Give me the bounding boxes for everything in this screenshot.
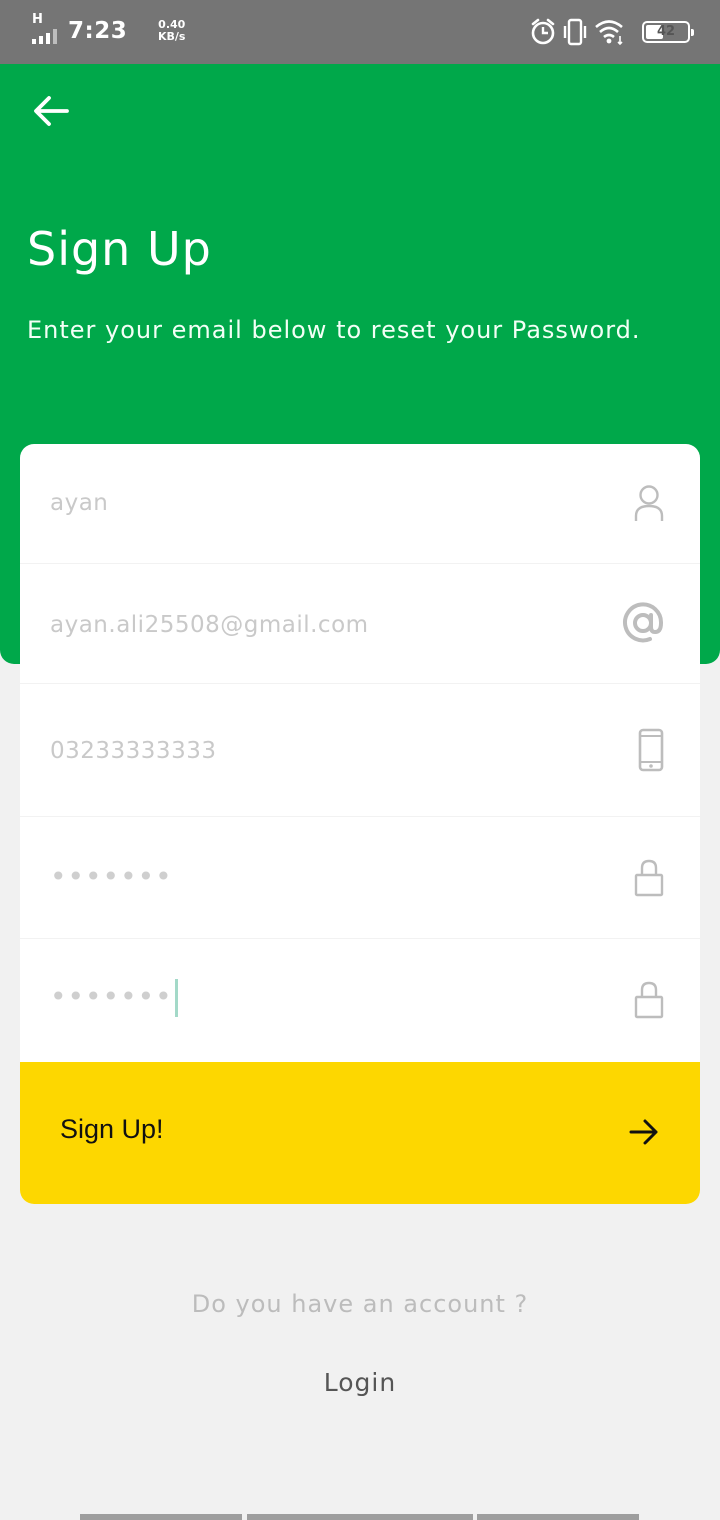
at-icon	[623, 602, 664, 643]
signup-form: ayan ayan.ali25508@gmail.com 03233333333…	[20, 444, 700, 1204]
password-input[interactable]: •••••••	[50, 860, 173, 893]
speed-unit: KB/s	[158, 30, 186, 43]
back-button[interactable]	[26, 86, 76, 136]
signal-icon	[32, 29, 57, 44]
user-icon	[634, 485, 664, 521]
arrow-right-icon	[629, 1119, 658, 1145]
vibrate-icon	[563, 18, 587, 46]
login-link[interactable]: Login	[0, 1368, 720, 1397]
nav-hint-left	[80, 1514, 242, 1520]
account-question: Do you have an account ?	[191, 1290, 529, 1318]
status-bar: H 7:23 0.40 KB/s 42	[0, 0, 720, 64]
sign-up-button-label: Sign Up!	[60, 1114, 164, 1144]
confirm-password-value: •••••••	[50, 980, 173, 1013]
email-input[interactable]: ayan.ali25508@gmail.com	[50, 612, 369, 638]
phone-icon	[638, 728, 664, 772]
phone-field[interactable]: 03233333333	[20, 684, 700, 817]
nav-hint-right	[477, 1514, 639, 1520]
name-input[interactable]: ayan	[50, 490, 108, 516]
lock-icon	[634, 981, 664, 1019]
battery-level: 42	[656, 24, 676, 39]
password-field[interactable]: •••••••	[20, 817, 700, 939]
sign-up-button[interactable]: Sign Up!	[20, 1062, 700, 1204]
alarm-icon	[531, 18, 555, 45]
wifi-icon	[595, 20, 623, 46]
text-cursor	[174, 979, 178, 1017]
confirm-password-input[interactable]: •••••••	[50, 979, 178, 1017]
page-subtitle: Enter your email below to reset your Pas…	[27, 316, 641, 344]
clock: 7:23	[68, 18, 128, 44]
battery-cap	[691, 29, 694, 36]
nav-hint-center	[247, 1514, 473, 1520]
battery-icon: 42	[642, 21, 694, 43]
network-type: H	[32, 12, 43, 27]
phone-input[interactable]: 03233333333	[50, 738, 216, 764]
arrow-left-icon	[34, 96, 69, 126]
network-speed: 0.40 KB/s	[158, 19, 185, 43]
confirm-password-field[interactable]: •••••••	[20, 939, 700, 1062]
status-right: 42	[530, 18, 694, 48]
lock-icon	[634, 859, 664, 897]
page-title: Sign Up	[27, 222, 212, 276]
name-field[interactable]: ayan	[20, 444, 700, 564]
email-field[interactable]: ayan.ali25508@gmail.com	[20, 564, 700, 684]
